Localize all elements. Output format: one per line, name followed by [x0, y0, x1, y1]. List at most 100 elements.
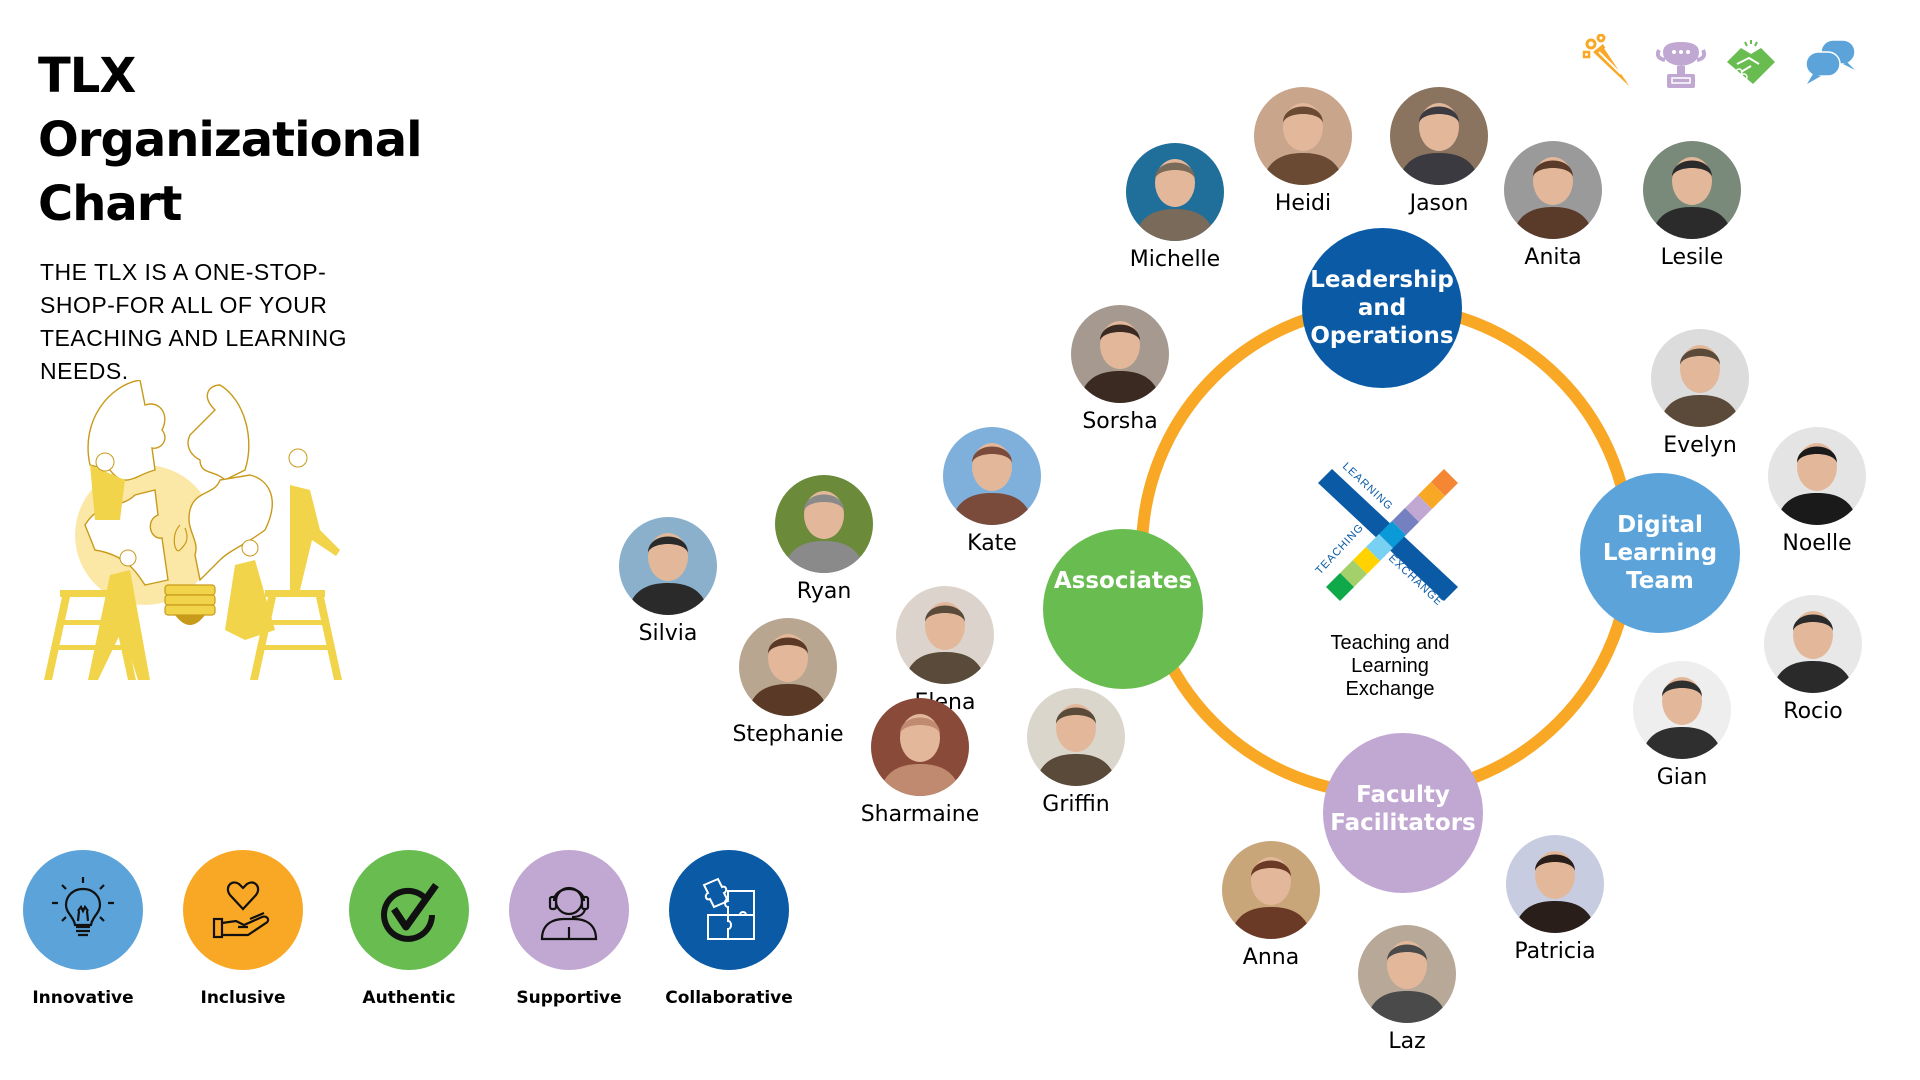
person-sharmaine[interactable]: Sharmaine — [861, 698, 979, 827]
checkmark-circle-icon — [349, 850, 469, 970]
avatar — [1222, 841, 1320, 939]
avatar — [1764, 595, 1862, 693]
value-supportive: Supportive — [509, 850, 629, 1008]
avatar — [1254, 87, 1352, 185]
person-silhouette-icon — [783, 491, 865, 573]
person-silhouette-icon — [1772, 611, 1854, 693]
person-name: Griffin — [1042, 792, 1110, 817]
avatar — [1633, 661, 1731, 759]
value-label: Authentic — [362, 988, 456, 1008]
value-label: Innovative — [32, 988, 134, 1008]
person-gian[interactable]: Gian — [1633, 661, 1731, 790]
person-silhouette-icon — [747, 634, 829, 716]
group-label-line: Facilitators — [1330, 810, 1476, 836]
person-stephanie[interactable]: Stephanie — [732, 618, 844, 747]
person-name: Ryan — [796, 579, 852, 604]
handshake-icon — [1727, 40, 1775, 84]
value-authentic: Authentic — [349, 850, 469, 1008]
person-name: Sorsha — [1082, 409, 1158, 434]
avatar — [775, 475, 873, 573]
caption-line: Exchange — [1345, 678, 1435, 700]
person-griffin[interactable]: Griffin — [1027, 688, 1125, 817]
tlx-logo: LEARNING TEACHING EXCHANGE — [1313, 460, 1458, 605]
value-collaborative: Collaborative — [665, 850, 793, 1008]
person-silhouette-icon — [1651, 157, 1733, 239]
avatar — [1506, 835, 1604, 933]
person-ryan[interactable]: Ryan — [775, 475, 873, 604]
person-silvia[interactable]: Silvia — [619, 517, 717, 646]
group-label-line: Associates — [1053, 568, 1193, 594]
person-name: Gian — [1656, 765, 1708, 790]
person-silhouette-icon — [1398, 103, 1480, 185]
title-line: Organizational — [38, 112, 423, 168]
person-noelle[interactable]: Noelle — [1768, 427, 1866, 556]
party-popper-icon — [1582, 34, 1629, 86]
person-silhouette-icon — [1659, 345, 1741, 427]
person-silhouette-icon — [1512, 157, 1594, 239]
avatar — [1390, 87, 1488, 185]
person-silhouette-icon — [1641, 677, 1723, 759]
person-name: Noelle — [1782, 531, 1852, 556]
avatar — [896, 586, 994, 684]
value-label: Inclusive — [200, 988, 286, 1008]
person-silhouette-icon — [1079, 321, 1161, 403]
person-silhouette-icon — [627, 533, 709, 615]
person-name: Laz — [1388, 1029, 1426, 1054]
avatar — [943, 427, 1041, 525]
person-elena[interactable]: Elena — [896, 586, 994, 715]
group-label-line: Faculty — [1356, 782, 1450, 808]
person-silhouette-icon — [1262, 103, 1344, 185]
caption-line: Learning — [1351, 655, 1429, 677]
person-name: Patricia — [1514, 939, 1596, 964]
person-name: Lesile — [1660, 245, 1724, 270]
person-evelyn[interactable]: Evelyn — [1651, 329, 1749, 458]
avatar — [739, 618, 837, 716]
person-name: Michelle — [1129, 247, 1221, 272]
chat-bubbles-icon — [1805, 39, 1856, 84]
puzzle-lightbulb-illustration — [44, 380, 342, 680]
person-name: Silvia — [638, 621, 698, 646]
group-leadership-operations[interactable]: Leadership and Operations — [1302, 228, 1462, 388]
group-faculty-facilitators[interactable]: Faculty Facilitators — [1323, 733, 1483, 893]
person-silhouette-icon — [1230, 857, 1312, 939]
avatar — [1768, 427, 1866, 525]
person-jason[interactable]: Jason — [1390, 87, 1488, 216]
group-digital-learning-team[interactable]: Digital Learning Team — [1580, 473, 1740, 633]
headset-person-icon — [509, 850, 629, 970]
person-name: Stephanie — [732, 722, 844, 747]
person-anna[interactable]: Anna — [1222, 841, 1320, 970]
caption-line: Teaching and — [1330, 632, 1450, 654]
person-laz[interactable]: Laz — [1358, 925, 1456, 1054]
avatar — [619, 517, 717, 615]
value-innovative: Innovative — [23, 850, 143, 1008]
title-line: Chart — [38, 176, 182, 232]
avatar — [1643, 141, 1741, 239]
lightbulb-icon — [23, 850, 143, 970]
title-line: TLX — [38, 48, 136, 104]
person-anita[interactable]: Anita — [1504, 141, 1602, 270]
person-heidi[interactable]: Heidi — [1254, 87, 1352, 216]
group-label-line: Leadership — [1310, 267, 1454, 293]
person-patricia[interactable]: Patricia — [1506, 835, 1604, 964]
person-name: Anna — [1242, 945, 1300, 970]
heart-in-hand-icon — [183, 850, 303, 970]
tagline: THE TLX IS A ONE-STOP-SHOP-FOR ALL OF YO… — [40, 259, 347, 384]
person-name: Rocio — [1783, 699, 1843, 724]
avatar — [871, 698, 969, 796]
avatar — [1071, 305, 1169, 403]
person-kate[interactable]: Kate — [943, 427, 1041, 556]
person-silhouette-icon — [879, 714, 961, 796]
person-silhouette-icon — [1366, 941, 1448, 1023]
person-silhouette-icon — [1776, 443, 1858, 525]
avatar — [1504, 141, 1602, 239]
group-label-line: Learning — [1602, 540, 1718, 566]
person-rocio[interactable]: Rocio — [1764, 595, 1862, 724]
value-label: Collaborative — [665, 988, 793, 1008]
puzzle-icon — [669, 850, 789, 970]
avatar — [1027, 688, 1125, 786]
person-lesile[interactable]: Lesile — [1643, 141, 1741, 270]
page-title: TLX Organizational Chart — [38, 44, 423, 236]
person-silhouette-icon — [951, 443, 1033, 525]
person-sorsha[interactable]: Sorsha — [1071, 305, 1169, 434]
avatar — [1358, 925, 1456, 1023]
